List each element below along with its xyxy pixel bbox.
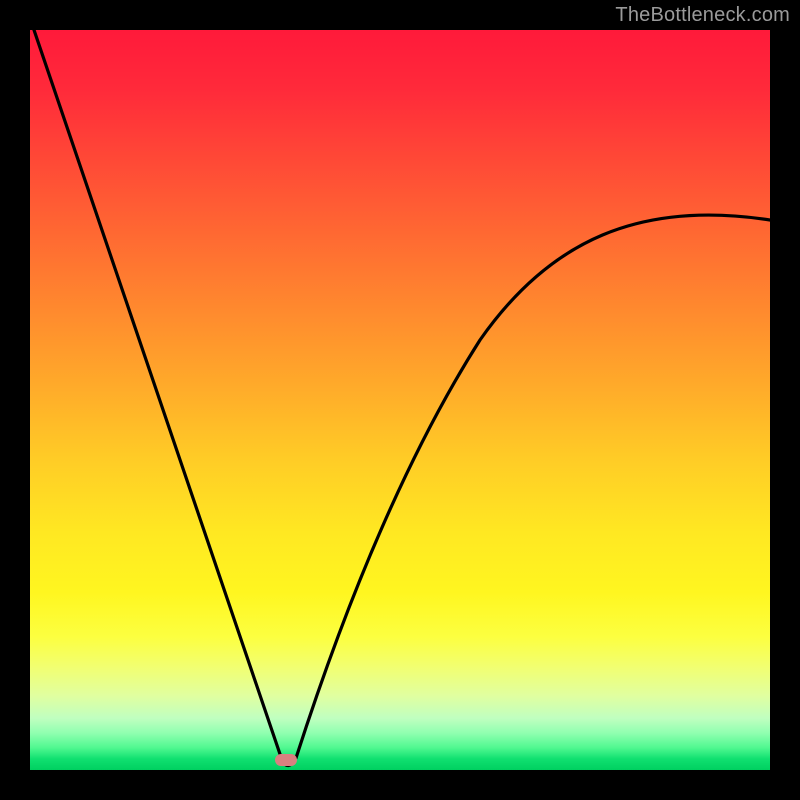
plot-area bbox=[30, 30, 770, 770]
chart-frame: TheBottleneck.com bbox=[0, 0, 800, 800]
bottleneck-curve bbox=[30, 30, 770, 770]
curve-path bbox=[34, 30, 770, 766]
watermark-text: TheBottleneck.com bbox=[615, 4, 790, 27]
optimum-marker bbox=[275, 754, 297, 766]
